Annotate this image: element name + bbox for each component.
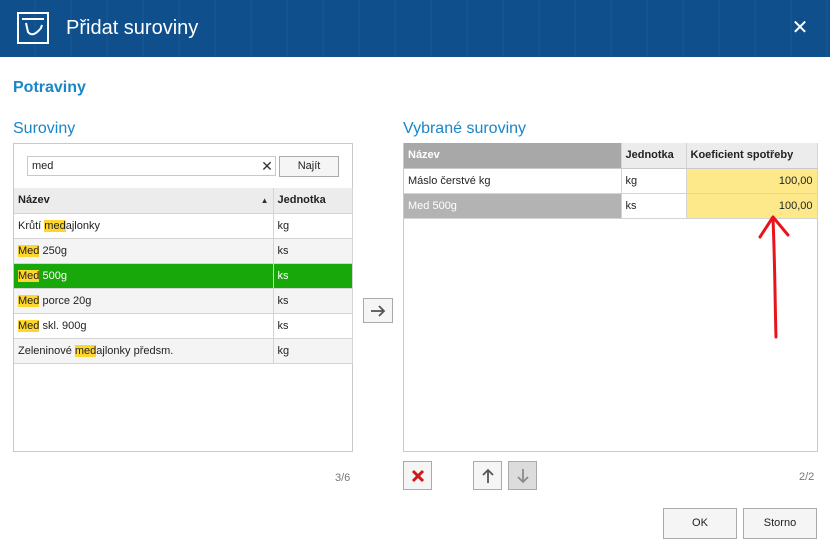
arrow-right-icon [371, 304, 386, 317]
clear-search-icon[interactable]: ✕ [259, 157, 275, 175]
table-row[interactable]: Zeleninové medajlonky předsm. kg [14, 338, 353, 364]
coefficient-cell[interactable]: 100,00 [686, 168, 818, 194]
column-header-name[interactable]: Název ▲ [14, 188, 274, 214]
remove-button[interactable] [403, 461, 432, 490]
ingredients-table: Název ▲ Jednotka Krůtí medajlonky kg Med … [14, 188, 353, 364]
move-up-button[interactable] [473, 461, 502, 490]
row-unit: ks [273, 238, 353, 264]
add-selected-button[interactable] [363, 298, 393, 323]
search-match-highlight: med [74, 344, 97, 357]
dialog-title: Přidat suroviny [66, 17, 199, 39]
row-name: Med 250g [14, 238, 274, 264]
coefficient-cell[interactable]: 100,00 [686, 193, 818, 219]
row-unit: kg [273, 338, 353, 364]
search-match-highlight: Med [18, 244, 40, 257]
section-title: Potraviny [13, 79, 86, 96]
red-x-icon [411, 469, 424, 482]
column-header-unit[interactable]: Jednotka [621, 143, 687, 169]
table-row[interactable]: Máslo čerstvé kg kg 100,00 [404, 168, 818, 194]
dialog-titlebar: Přidat suroviny ✕ [0, 0, 830, 57]
search-match-highlight: Med [18, 294, 40, 307]
row-name: Máslo čerstvé kg [404, 168, 622, 194]
row-name: Krůtí medajlonky [14, 213, 274, 239]
search-match-highlight: med [44, 219, 66, 232]
table-row[interactable]: Med porce 20g ks [14, 288, 353, 314]
cancel-button[interactable]: Storno [743, 508, 817, 539]
scale-icon [17, 12, 49, 44]
row-name: Med 500g [14, 263, 274, 289]
column-header-unit[interactable]: Jednotka [273, 188, 353, 214]
right-pane-title: Vybrané suroviny [403, 120, 527, 137]
move-down-button[interactable] [508, 461, 537, 490]
table-row[interactable]: Med 250g ks [14, 238, 353, 264]
left-row-counter: 3/6 [335, 472, 351, 484]
row-name: Med 500g [404, 193, 622, 219]
table-row[interactable]: Krůtí medajlonky kg [14, 213, 353, 239]
search-input[interactable] [27, 156, 276, 176]
left-pane-title: Suroviny [13, 120, 76, 137]
right-row-counter: 2/2 [799, 471, 815, 483]
table-header: Název ▲ Jednotka [14, 188, 353, 214]
row-unit: ks [273, 288, 353, 314]
row-name: Zeleninové medajlonky předsm. [14, 338, 274, 364]
arrow-up-icon [481, 468, 494, 483]
search-match-highlight: Med [18, 269, 40, 282]
row-name: Med skl. 900g [14, 313, 274, 339]
arrow-down-icon [516, 468, 529, 483]
ok-button[interactable]: OK [663, 508, 737, 539]
search-match-highlight: Med [18, 319, 40, 332]
row-unit: ks [273, 313, 353, 339]
row-name: Med porce 20g [14, 288, 274, 314]
sort-ascending-icon: ▲ [260, 196, 269, 206]
row-unit: kg [621, 168, 687, 194]
table-row-selected[interactable]: Med 500g ks [14, 263, 353, 289]
table-header: Název Jednotka Koeficient spotřeby [404, 143, 818, 169]
annotation-arrow-icon [758, 215, 790, 339]
column-header-coefficient[interactable]: Koeficient spotřeby [686, 143, 818, 169]
close-icon[interactable]: ✕ [790, 18, 810, 38]
row-unit: ks [273, 263, 353, 289]
find-button[interactable]: Najít [279, 156, 339, 177]
column-header-name[interactable]: Název [404, 143, 622, 169]
row-unit: kg [273, 213, 353, 239]
row-unit: ks [621, 193, 687, 219]
table-row[interactable]: Med skl. 900g ks [14, 313, 353, 339]
